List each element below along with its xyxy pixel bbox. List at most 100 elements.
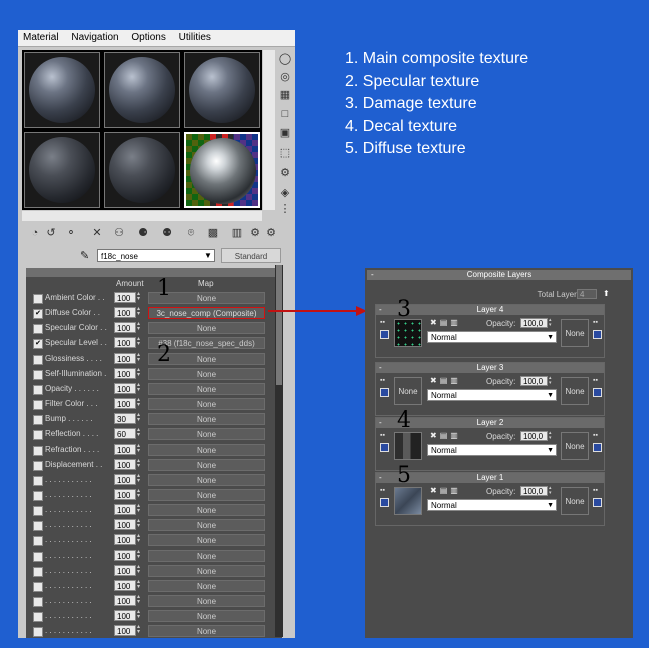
map-enable-checkbox[interactable] (33, 384, 43, 395)
video-color-icon[interactable]: ▣ (277, 126, 293, 140)
amount-spinner[interactable]: ▴ ▾ (137, 352, 143, 364)
map-enable-checkbox[interactable] (33, 460, 43, 471)
map-button[interactable]: None (148, 504, 265, 517)
layer-texture-button[interactable] (394, 319, 422, 347)
map-enable-checkbox[interactable] (33, 354, 43, 365)
map-button[interactable]: None (148, 519, 265, 532)
amount-spinner[interactable]: ▴ ▾ (137, 579, 143, 591)
make-unique-icon[interactable]: ⚈ (136, 226, 150, 240)
amount-spinner[interactable]: ▴ ▾ (137, 412, 143, 424)
put-to-scene-icon[interactable]: ↺ (44, 226, 58, 240)
map-button[interactable]: None (148, 458, 265, 471)
map-enable-checkbox[interactable] (33, 566, 43, 577)
layer-color-correct-icon[interactable] (380, 330, 389, 339)
map-amount-field[interactable]: 100 (114, 473, 136, 485)
map-amount-field[interactable]: 100 (114, 367, 136, 379)
assign-to-selection-icon[interactable]: ⚬ (64, 226, 78, 240)
menu-material[interactable]: Material (18, 30, 64, 43)
maps-scrollbar-thumb[interactable] (276, 265, 282, 385)
blend-mode-dropdown[interactable]: Normal ▼ (427, 444, 557, 456)
go-to-parent-icon[interactable]: ⚙ (248, 226, 262, 240)
map-amount-field[interactable]: 100 (114, 292, 136, 303)
show-map-in-viewport-icon[interactable]: ▩ (206, 226, 220, 240)
map-button[interactable]: None (148, 595, 265, 607)
select-by-material-icon[interactable]: ◈ (277, 186, 293, 200)
amount-spinner[interactable]: ▴ ▾ (137, 306, 143, 318)
map-enable-checkbox[interactable] (33, 400, 43, 411)
amount-spinner[interactable]: ▴ ▾ (137, 382, 143, 394)
put-to-library-icon[interactable]: ⚉ (160, 226, 174, 240)
map-amount-field[interactable]: 100 (114, 625, 136, 637)
sample-slot-1[interactable] (24, 52, 100, 128)
mask-visibility-icon[interactable]: ▪▪ (593, 319, 598, 326)
map-enable-checkbox[interactable] (33, 551, 43, 562)
layer-texture-button[interactable] (394, 487, 422, 515)
layer-texture-button[interactable]: None (394, 377, 422, 405)
mask-color-correct-icon[interactable] (593, 388, 602, 397)
layer-collapse-toggle[interactable]: - (379, 418, 382, 428)
map-amount-field[interactable]: 100 (114, 443, 136, 455)
map-enable-checkbox[interactable] (33, 536, 43, 547)
map-amount-field[interactable]: 100 (114, 337, 136, 349)
layer-action-icons[interactable]: ✖▤▥ (430, 486, 461, 495)
amount-spinner[interactable]: ▴ ▾ (137, 549, 143, 561)
sample-slot-2[interactable] (104, 52, 180, 128)
composite-layers-header[interactable]: - Composite Layers (367, 270, 631, 280)
map-enable-checkbox[interactable] (33, 415, 43, 426)
layer-color-correct-icon[interactable] (380, 388, 389, 397)
opacity-spinner[interactable]: ▴ ▾ (549, 376, 555, 386)
opacity-field[interactable]: 100,0 (520, 486, 548, 496)
blend-mode-dropdown[interactable]: Normal ▼ (427, 331, 557, 343)
mask-color-correct-icon[interactable] (593, 443, 602, 452)
opacity-spinner[interactable]: ▴ ▾ (549, 486, 555, 496)
layer-visibility-icon[interactable]: ▪▪ (380, 487, 385, 494)
layer-mask-button[interactable]: None (561, 377, 589, 405)
map-amount-field[interactable]: 100 (114, 382, 136, 394)
mask-visibility-icon[interactable]: ▪▪ (593, 432, 598, 439)
amount-spinner[interactable]: ▴ ▾ (137, 291, 143, 303)
map-amount-field[interactable]: 100 (114, 519, 136, 531)
map-amount-field[interactable]: 100 (114, 504, 136, 516)
sample-uv-icon[interactable]: □ (277, 108, 293, 122)
map-enable-checkbox[interactable]: ✔ (33, 309, 43, 320)
layer-texture-button[interactable] (394, 432, 422, 460)
map-amount-field[interactable]: 100 (114, 398, 136, 410)
map-amount-field[interactable]: 100 (114, 322, 136, 334)
layer-header[interactable]: - Layer 3 (376, 363, 604, 373)
map-enable-checkbox[interactable] (33, 597, 43, 607)
map-button[interactable]: None (148, 579, 265, 592)
map-amount-field[interactable]: 100 (114, 534, 136, 546)
background-icon[interactable]: ▦ (277, 88, 293, 102)
map-enable-checkbox[interactable] (33, 324, 43, 335)
sample-slot-5[interactable] (104, 132, 180, 208)
mask-color-correct-icon[interactable] (593, 498, 602, 507)
amount-spinner[interactable]: ▴ ▾ (137, 609, 143, 621)
slots-horizontal-scrollbar[interactable] (22, 211, 262, 221)
mask-color-correct-icon[interactable] (593, 330, 602, 339)
amount-spinner[interactable]: ▴ ▾ (137, 367, 143, 379)
map-button[interactable]: None (148, 322, 265, 335)
map-amount-field[interactable]: 60 (114, 428, 136, 440)
slots-vertical-scrollbar[interactable] (263, 50, 275, 210)
layer-action-icons[interactable]: ✖▤▥ (430, 318, 461, 327)
layer-collapse-toggle[interactable]: - (379, 473, 382, 483)
amount-spinner[interactable]: ▴ ▾ (137, 427, 143, 439)
amount-spinner[interactable]: ▴ ▾ (137, 488, 143, 500)
get-material-icon[interactable]: ◔ (28, 226, 42, 240)
map-amount-field[interactable]: 100 (114, 488, 136, 500)
map-button[interactable]: None (148, 398, 265, 411)
map-button[interactable]: None (148, 564, 265, 577)
make-copy-icon[interactable]: ⚇ (112, 226, 126, 240)
layer-visibility-icon[interactable]: ▪▪ (380, 377, 385, 384)
menu-navigation[interactable]: Navigation (66, 30, 123, 43)
map-enable-checkbox[interactable] (33, 490, 43, 501)
map-amount-field[interactable]: 100 (114, 595, 136, 606)
map-button[interactable]: None (148, 413, 265, 426)
map-button[interactable]: None (148, 549, 265, 562)
map-button[interactable]: None (148, 610, 265, 623)
reset-map-icon[interactable]: ✕ (90, 226, 104, 240)
eyedropper-icon[interactable]: ✎ (80, 249, 94, 263)
amount-spinner[interactable]: ▴ ▾ (137, 624, 143, 636)
add-layer-icon[interactable]: ⬆ (603, 289, 613, 299)
opacity-spinner[interactable]: ▴ ▾ (549, 318, 555, 328)
